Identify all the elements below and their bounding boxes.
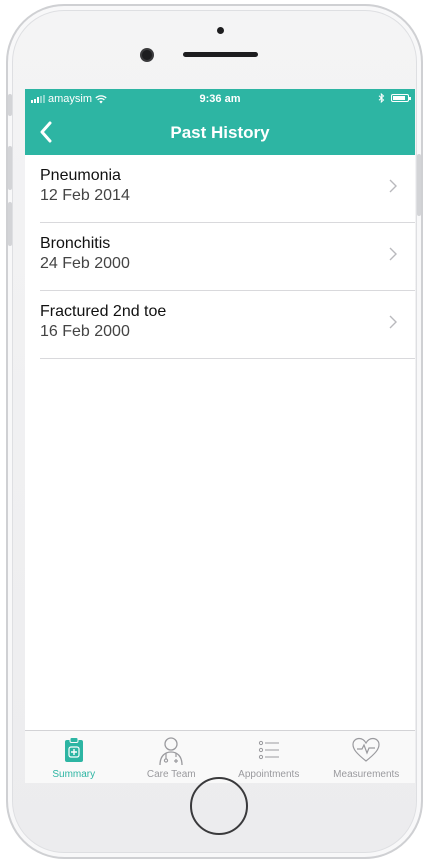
condition-date: 24 Feb 2000 [40, 255, 130, 272]
mute-switch [8, 94, 12, 116]
list-item[interactable]: Fractured 2nd toe 16 Feb 2000 [40, 291, 415, 359]
list-item[interactable]: Pneumonia 12 Feb 2014 [40, 155, 415, 223]
tab-label: Care Team [146, 769, 196, 780]
clipboard-medical-icon [64, 737, 83, 762]
status-right [378, 93, 411, 103]
tab-care-team[interactable]: Care Team [123, 731, 221, 783]
tab-label: Summary [52, 769, 96, 780]
power-button [417, 154, 421, 216]
app-screen: amaysim 9:36 am Past History Pneumonia 1… [25, 89, 415, 783]
chevron-right-icon [389, 315, 397, 329]
earpiece-speaker [183, 52, 258, 57]
home-button[interactable] [190, 777, 248, 835]
list-icon [258, 740, 279, 760]
battery-icon [391, 94, 411, 102]
chevron-right-icon [389, 179, 397, 193]
condition-name: Pneumonia [40, 167, 121, 184]
status-time: 9:36 am [199, 93, 241, 105]
condition-date: 16 Feb 2000 [40, 323, 130, 340]
volume-down-button [8, 202, 12, 246]
heart-rate-icon [352, 737, 380, 762]
tab-appointments[interactable]: Appointments [220, 731, 318, 783]
tab-measurements[interactable]: Measurements [318, 731, 416, 783]
condition-name: Bronchitis [40, 235, 111, 252]
battery-fill [393, 96, 405, 100]
condition-date: 12 Feb 2014 [40, 187, 130, 204]
tab-summary[interactable]: Summary [25, 731, 123, 783]
history-list: Pneumonia 12 Feb 2014 Bronchitis 24 Feb … [25, 155, 415, 359]
condition-name: Fractured 2nd toe [40, 303, 167, 320]
page-title: Past History [170, 123, 270, 142]
tab-bar: Summary Care Team Appointments Measureme… [25, 730, 415, 783]
list-item[interactable]: Bronchitis 24 Feb 2000 [40, 223, 415, 291]
tab-label: Measurements [333, 769, 400, 780]
chevron-right-icon [389, 247, 397, 261]
tab-label: Appointments [238, 769, 300, 780]
doctor-icon [159, 737, 183, 766]
front-camera [142, 50, 152, 60]
volume-up-button [8, 146, 12, 190]
nav-bar: Past History [25, 109, 415, 155]
status-bar: amaysim 9:36 am [25, 89, 415, 109]
proximity-sensor [217, 27, 224, 34]
bluetooth-icon [378, 93, 385, 103]
